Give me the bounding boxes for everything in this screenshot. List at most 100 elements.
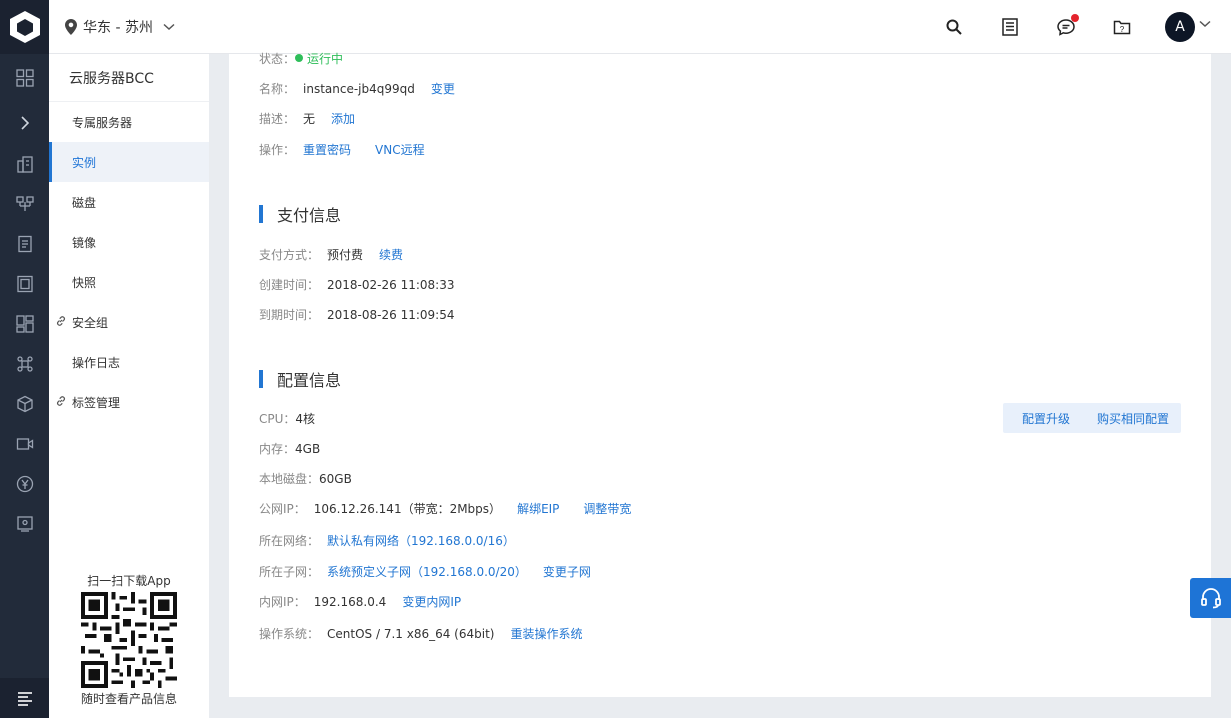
sidebar-item-dedicated-server[interactable]: 专属服务器 [49,102,209,142]
subnet-row: 所在子网： 系统预定义子网（192.168.0.0/20） 变更子网 [259,563,591,580]
sidebar-item-label: 专属服务器 [72,115,133,130]
created-label: 创建时间： [259,278,320,292]
vnc-remote-link[interactable]: VNC远程 [375,141,425,158]
sidebar-item-label: 实例 [72,155,97,170]
unbind-eip-link[interactable]: 解绑EIP [517,500,559,517]
document-icon[interactable] [0,224,49,264]
subnet-link[interactable]: 系统预定义子网（192.168.0.0/20） [327,563,527,580]
sidebar-item-images[interactable]: 镜像 [49,222,209,262]
server-icon[interactable] [0,264,49,304]
search-icon[interactable] [943,16,965,38]
user-avatar[interactable]: A [1165,12,1195,42]
sidebar-item-disks[interactable]: 磁盘 [49,182,209,222]
product-sidebar: 云服务器BCC 专属服务器实例磁盘镜像快照安全组操作日志标签管理 扫一扫下载Ap… [49,54,209,718]
qr-bottom-caption: 随时查看产品信息 [80,692,177,706]
notification-badge [1071,14,1079,22]
monitor-icon[interactable] [0,504,49,544]
public-ip-row: 公网IP： 106.12.26.141（带宽：2Mbps） 解绑EIP 调整带宽 [259,500,631,517]
status-dot-icon [295,54,304,62]
cpu-label: CPU： [259,412,296,426]
sidebar-item-instances[interactable]: 实例 [49,142,209,182]
expire-time-row: 到期时间： 2018-08-26 11:09:54 [259,306,454,323]
change-private-ip-link[interactable]: 变更内网IP [402,593,461,610]
ops-label: 操作： [259,143,296,157]
pubip-label: 公网IP： [259,502,306,516]
adjust-bandwidth-link[interactable]: 调整带宽 [583,500,631,517]
icon-rail [0,0,49,718]
menu-toggle-icon[interactable] [0,678,49,718]
operations-row: 操作： 重置密码 VNC远程 [259,141,425,158]
change-name-link[interactable]: 变更 [431,80,455,97]
created-time-row: 创建时间： 2018-02-26 11:08:33 [259,276,454,293]
expand-chevron-icon[interactable] [0,103,49,143]
sidebar-item-security-groups[interactable]: 安全组 [49,302,209,342]
external-link-icon [57,316,65,326]
disk-value: 60GB [319,471,352,486]
payment-title: 支付信息 [277,206,342,225]
name-row: 名称： instance-jb4q99qd 变更 [259,80,455,97]
disk-label: 本地磁盘： [259,472,320,486]
chevron-down-icon [163,23,175,31]
logo[interactable] [0,0,49,54]
top-header: 华东 - 苏州 ? A [49,0,1231,54]
sidebar-item-label: 磁盘 [72,195,97,210]
avatar-chevron-down-icon[interactable] [1199,20,1211,28]
desc-label: 描述： [259,112,296,126]
vpc-link[interactable]: 默认私有网络（192.168.0.0/16） [327,532,515,549]
buy-same-config-button[interactable]: 购买相同配置 [1085,403,1181,433]
yen-billing-icon[interactable] [0,464,49,504]
command-icon[interactable] [0,344,49,384]
pubip-value: 106.12.26.141（带宽：2Mbps） [313,502,502,516]
subnet-label: 所在子网： [259,565,320,579]
status-row: 状态： 运行中 [259,51,344,66]
os-value: CentOS / 7.1 x86_64 (64bit) [327,626,495,641]
status-label: 状态： [259,51,296,66]
video-icon[interactable] [0,424,49,464]
reset-password-link[interactable]: 重置密码 [303,141,351,158]
mem-value: 4GB [295,441,321,456]
box-icon[interactable] [0,384,49,424]
network-icon[interactable] [0,184,49,224]
region-selector[interactable]: 华东 - 苏州 [65,17,175,37]
region-label: 华东 - 苏州 [83,20,153,36]
instance-detail-card: 状态： 运行中 名称： instance-jb4q99qd 变更 描述： 无 添… [229,51,1211,697]
config-section-header: 配置信息 [259,367,341,391]
message-icon[interactable] [1055,14,1079,38]
network-row: 所在网络： 默认私有网络（192.168.0.0/16） [259,532,515,549]
customer-service-button[interactable] [1190,578,1231,618]
method-label: 支付方式： [259,248,320,262]
upgrade-config-button[interactable]: 配置升级 [1003,403,1089,433]
private-ip-row: 内网IP： 192.168.0.4 变更内网IP [259,593,461,610]
payment-method-row: 支付方式： 预付费 续费 [259,246,403,263]
work-order-icon[interactable] [999,16,1021,38]
cpu-row: CPU： 4核 [259,410,315,427]
change-subnet-link[interactable]: 变更子网 [543,563,591,580]
layout-icon[interactable] [0,304,49,344]
qr-top-caption: 扫一扫下载App [87,574,171,588]
sidebar-item-operation-logs[interactable]: 操作日志 [49,342,209,382]
sidebar-item-label: 操作日志 [72,355,121,370]
os-row: 操作系统： CentOS / 7.1 x86_64 (64bit) 重装操作系统 [259,625,582,642]
reinstall-os-link[interactable]: 重装操作系统 [510,625,582,642]
add-description-link[interactable]: 添加 [331,110,355,127]
external-link-icon [57,396,65,406]
privip-value: 192.168.0.4 [313,594,387,609]
section-accent-bar [259,370,263,388]
method-value: 预付费 [327,248,364,262]
sidebar-item-label: 标签管理 [72,395,121,410]
disk-row: 本地磁盘： 60GB [259,470,352,487]
desc-value: 无 [303,112,316,126]
payment-section-header: 支付信息 [259,202,341,226]
sidebar-item-snapshots[interactable]: 快照 [49,262,209,302]
building-icon[interactable] [0,144,49,184]
sidebar-title: 云服务器BCC [49,54,209,102]
created-value: 2018-02-26 11:08:33 [327,277,455,292]
download-app-qr-code [81,592,177,688]
status-value: 运行中 [307,51,344,66]
help-center-icon[interactable]: ? [1111,16,1133,38]
dashboard-grid-icon[interactable] [0,58,49,98]
sidebar-item-label: 快照 [72,275,97,290]
sidebar-item-tag-management[interactable]: 标签管理 [49,382,209,422]
svg-text:?: ? [1120,25,1125,34]
renew-link[interactable]: 续费 [379,246,403,263]
